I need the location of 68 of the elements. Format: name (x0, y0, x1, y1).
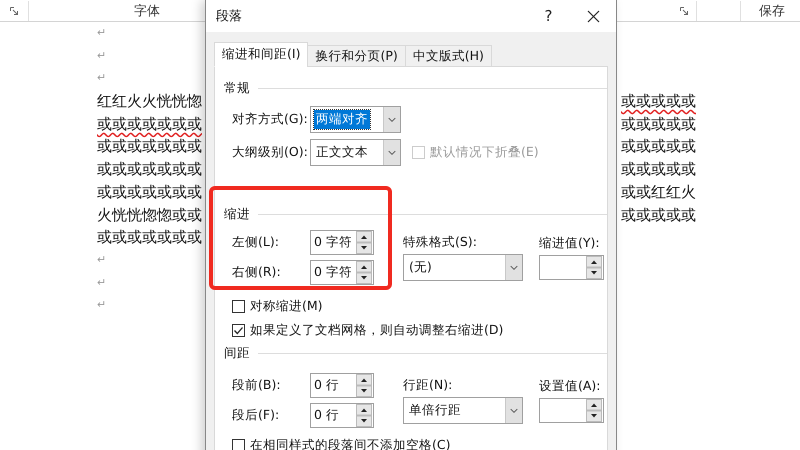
spin-arrows-icon (356, 230, 372, 254)
checkbox[interactable] (232, 438, 245, 450)
document-text: 或或或或或 (621, 91, 696, 112)
ribbon-group-label: 保存 (759, 2, 785, 20)
spin-arrows-icon (356, 374, 372, 396)
field-label: 特殊格式(S): (403, 234, 478, 251)
field-label: 右侧(R): (231, 264, 282, 280)
field-label: 缩进值(Y): (539, 235, 601, 252)
document-text: 或或或或或或或 (97, 182, 202, 203)
document-text: 或或或或或 (621, 159, 696, 180)
dialog-launcher-icon[interactable] (680, 6, 688, 14)
section-heading: 缩进 (224, 206, 250, 222)
spin-arrows-icon (356, 260, 372, 284)
spin-field[interactable] (539, 254, 604, 280)
document-text: 或或或或或或或 (97, 114, 202, 135)
paragraph-mark: ↵ (97, 252, 106, 268)
document-text: 或或或或或 (621, 136, 696, 158)
field-label: 设置值(A): (539, 378, 602, 395)
checkbox-label: 默认情况下折叠(E) (430, 144, 539, 161)
checkbox-label: 如果定义了文档网格，则自动调整右缩进(D) (250, 322, 504, 338)
ribbon-group-label: 字体 (134, 2, 160, 20)
document-text: 或或或或或或或 (97, 136, 202, 158)
document-text: 红红火火恍恍惚 (97, 91, 202, 112)
checkbox[interactable] (232, 324, 245, 336)
document-text: 或或或或或或或 (97, 159, 202, 180)
document-text: 或或或或或 (621, 204, 696, 226)
field-label: 左侧(L): (231, 234, 280, 250)
document-text: 或或或或或或或 (97, 227, 202, 248)
section-heading: 间距 (224, 344, 250, 362)
field-label: 段前(B): (231, 376, 282, 394)
help-button[interactable]: ? (526, 0, 571, 32)
checkbox-label: 对称缩进(M) (250, 298, 323, 314)
paragraph-mark: ↵ (97, 25, 106, 41)
paragraph-mark: ↵ (97, 274, 106, 291)
dropdown[interactable]: 两端对齐 (310, 106, 401, 133)
dialog-launcher-icon[interactable] (10, 6, 18, 14)
document-text: 或或红红火 (621, 182, 696, 203)
dialog-title: 段落 (216, 8, 243, 25)
document-text: 或或或或或 (621, 114, 696, 135)
document-text: 火恍恍惚惚或或 (97, 204, 202, 226)
chevron-icon (505, 398, 522, 422)
spin-field[interactable]: 0 行 (310, 402, 374, 428)
paragraph-mark: ↵ (97, 48, 106, 64)
spin-arrows-icon (586, 256, 602, 278)
checkbox[interactable] (232, 300, 245, 312)
paragraph-mark: ↵ (97, 70, 106, 86)
spin-arrows-icon (356, 404, 372, 426)
chevron-icon (383, 140, 400, 165)
spin-field[interactable]: 0 字符 (310, 230, 374, 254)
checkbox-label: 在相同样式的段落间不添加空格(C) (250, 436, 450, 450)
tab[interactable]: 换行和分页(P) (307, 45, 406, 67)
spin-arrows-icon (586, 398, 602, 422)
chevron-icon (505, 254, 522, 280)
dropdown[interactable]: 正文文本 (310, 139, 401, 166)
field-label: 行距(N): (403, 377, 454, 394)
dropdown[interactable]: (无) (403, 254, 523, 280)
dropdown[interactable]: 单倍行距 (403, 396, 523, 424)
chevron-icon (383, 107, 400, 132)
tab[interactable]: 缩进和间距(I) (214, 42, 308, 67)
paragraph-mark: ↵ (97, 297, 106, 314)
spin-field[interactable]: 0 行 (310, 372, 374, 398)
field-label: 对齐方式(G): (231, 111, 309, 128)
spin-field[interactable] (539, 398, 604, 422)
tab[interactable]: 中文版式(H) (404, 45, 492, 67)
field-label: 大纲级别(O): (231, 144, 309, 161)
section-heading: 常规 (224, 80, 250, 96)
spin-field[interactable]: 0 字符 (310, 260, 374, 284)
field-label: 段后(F): (231, 406, 280, 424)
